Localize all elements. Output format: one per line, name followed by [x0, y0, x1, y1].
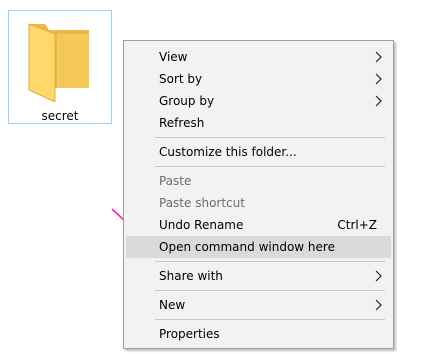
folder-icon	[28, 23, 89, 102]
menu-item-group-by[interactable]: Group by	[126, 90, 391, 112]
menu-item-refresh[interactable]: Refresh	[126, 112, 391, 134]
context-menu: View Sort by Group by Refresh Customize …	[123, 40, 394, 349]
chevron-right-icon	[375, 73, 382, 85]
folder-secret[interactable]: secret	[8, 10, 112, 124]
menu-item-share-with[interactable]: Share with	[126, 265, 391, 287]
menu-item-customize-folder[interactable]: Customize this folder...	[126, 141, 391, 163]
menu-separator	[155, 261, 385, 262]
menu-item-paste-shortcut[interactable]: Paste shortcut	[126, 192, 391, 214]
menu-separator	[155, 137, 385, 138]
folder-name-label: secret	[41, 109, 79, 123]
menu-item-label: Paste shortcut	[159, 196, 245, 210]
menu-item-label: View	[159, 50, 188, 64]
menu-item-label: Undo Rename	[159, 218, 244, 232]
menu-item-properties[interactable]: Properties	[126, 323, 391, 345]
menu-item-new[interactable]: New	[126, 294, 391, 316]
menu-separator	[155, 319, 385, 320]
menu-item-paste[interactable]: Paste	[126, 170, 391, 192]
menu-item-label: Open command window here	[159, 240, 335, 254]
chevron-right-icon	[375, 299, 382, 311]
chevron-right-icon	[375, 95, 382, 107]
menu-separator	[155, 290, 385, 291]
menu-item-label: New	[159, 298, 186, 312]
menu-item-label: Customize this folder...	[159, 145, 297, 159]
menu-item-label: Group by	[159, 94, 215, 108]
menu-item-label: Paste	[159, 174, 192, 188]
menu-item-open-command-window[interactable]: Open command window here	[126, 236, 391, 258]
menu-item-sort-by[interactable]: Sort by	[126, 68, 391, 90]
chevron-right-icon	[375, 270, 382, 282]
menu-item-label: Properties	[159, 327, 220, 341]
menu-item-undo-rename[interactable]: Undo Rename Ctrl+Z	[126, 214, 391, 236]
menu-item-label: Share with	[159, 269, 223, 283]
chevron-right-icon	[375, 51, 382, 63]
menu-separator	[155, 166, 385, 167]
menu-item-label: Sort by	[159, 72, 203, 86]
menu-item-shortcut: Ctrl+Z	[337, 218, 377, 232]
menu-item-label: Refresh	[159, 116, 205, 130]
menu-item-view[interactable]: View	[126, 46, 391, 68]
